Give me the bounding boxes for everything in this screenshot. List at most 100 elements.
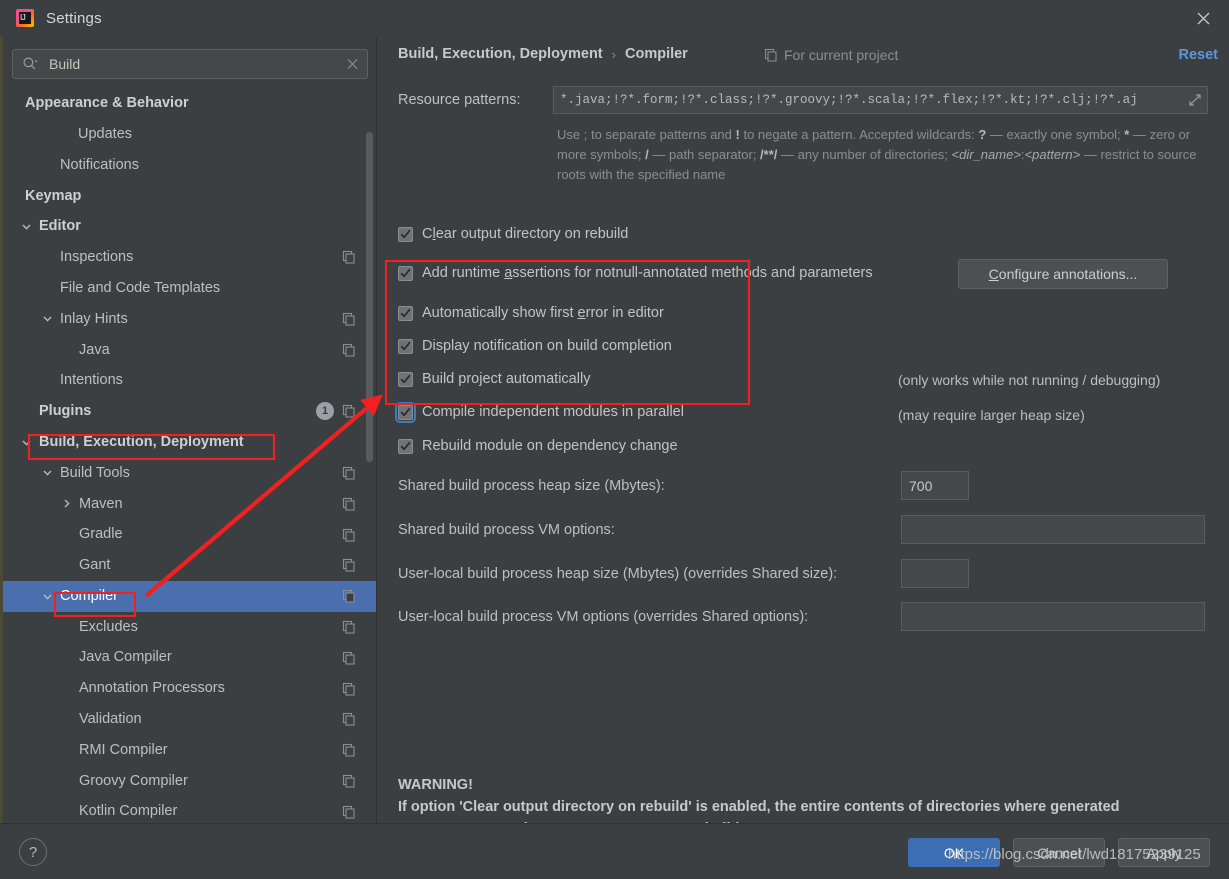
help-line1-c: — exactly one symbol; bbox=[986, 127, 1125, 142]
chevron-down-icon[interactable] bbox=[40, 466, 54, 480]
checkbox-label: Display notification on build completion bbox=[422, 338, 672, 354]
configure-annotations-mnemonic: C bbox=[988, 266, 999, 282]
input-shared-build-process-vm-options[interactable] bbox=[901, 515, 1205, 544]
sidebar-scrollbar[interactable] bbox=[366, 132, 373, 462]
sidebar-item-intentions[interactable]: Intentions bbox=[3, 365, 376, 396]
chevron-right-icon[interactable] bbox=[59, 497, 73, 511]
sidebar-item-compiler[interactable]: Compiler bbox=[3, 580, 376, 612]
checkbox-row-display-notification-on-build-completion[interactable]: Display notification on build completion bbox=[398, 338, 672, 354]
checkbox-automatically-show-first-error-in-editor[interactable] bbox=[398, 305, 413, 321]
sidebar-item-label: Build, Execution, Deployment bbox=[39, 433, 244, 450]
chevron-down-icon[interactable] bbox=[19, 220, 33, 234]
search-field-wrapper: Build bbox=[12, 49, 368, 79]
sidebar-item-label: Build Tools bbox=[60, 464, 130, 481]
sidebar-item-label: Editor bbox=[39, 218, 81, 235]
sidebar-item-label: File and Code Templates bbox=[60, 279, 221, 296]
sidebar-item-groovy-compiler[interactable]: Groovy Compiler bbox=[3, 766, 376, 797]
clear-search-icon[interactable] bbox=[346, 58, 359, 71]
checkbox-label-post: ssertions for notnull-annotated methods … bbox=[512, 265, 873, 281]
checkbox-row-automatically-show-first-error-in-editor[interactable]: Automatically show first error in editor bbox=[398, 305, 664, 321]
search-input[interactable]: Build bbox=[12, 49, 368, 79]
sidebar-item-java-compiler[interactable]: Java Compiler bbox=[3, 642, 376, 673]
checkbox-label: Clear output directory on rebuild bbox=[422, 226, 628, 242]
sidebar-item-build-execution-deployment[interactable]: Build, Execution, Deployment bbox=[3, 427, 376, 458]
sidebar-item-java[interactable]: Java bbox=[3, 334, 376, 365]
sidebar-item-annotation-processors[interactable]: Annotation Processors bbox=[3, 673, 376, 704]
plugin-update-badge: 1 bbox=[316, 402, 334, 421]
checkbox-row-add-runtime-assertions-for-notnull-annotated-met[interactable]: Add runtime assertions for notnull-annot… bbox=[398, 265, 873, 281]
breadcrumb-root[interactable]: Build, Execution, Deployment bbox=[398, 46, 603, 62]
sidebar-item-gradle[interactable]: Gradle bbox=[3, 519, 376, 550]
project-scope-icon bbox=[342, 497, 356, 511]
help-button[interactable]: ? bbox=[19, 838, 47, 866]
checkbox-add-runtime-assertions-for-notnull-annotated-met[interactable] bbox=[398, 265, 413, 281]
expand-icon[interactable] bbox=[1188, 93, 1202, 107]
input-value: 700 bbox=[909, 477, 933, 494]
close-icon[interactable] bbox=[1177, 0, 1229, 36]
configure-annotations-button[interactable]: Configure annotations... bbox=[958, 259, 1168, 289]
checkbox-row-compile-independent-modules-in-parallel[interactable]: Compile independent modules in parallel bbox=[395, 401, 684, 423]
chevron-down-icon[interactable] bbox=[40, 312, 54, 326]
sidebar-item-label: Plugins bbox=[39, 403, 92, 420]
sidebar-item-rmi-compiler[interactable]: RMI Compiler bbox=[3, 735, 376, 766]
sidebar-item-gant[interactable]: Gant bbox=[3, 550, 376, 581]
checkbox-compile-independent-modules-in-parallel[interactable] bbox=[395, 401, 416, 423]
checkbox-label-pre: C bbox=[422, 226, 433, 242]
checkbox-row-build-project-automatically[interactable]: Build project automatically bbox=[398, 371, 590, 387]
sidebar-item-label: Annotation Processors bbox=[79, 680, 225, 697]
settings-tree: Appearance & Behavior Updates Notification… bbox=[3, 88, 376, 823]
checkbox-display-notification-on-build-completion[interactable] bbox=[398, 338, 413, 354]
label-shared-build-process-heap-size-mbytes: Shared build process heap size (Mbytes): bbox=[398, 478, 665, 494]
sidebar-item-label: Kotlin Compiler bbox=[79, 803, 178, 820]
checkbox-row-rebuild-module-on-dependency-change[interactable]: Rebuild module on dependency change bbox=[398, 438, 678, 454]
project-scope-icon bbox=[342, 404, 356, 418]
checkbox-rebuild-module-on-dependency-change[interactable] bbox=[398, 438, 413, 454]
sidebar-item-excludes[interactable]: Excludes bbox=[3, 612, 376, 643]
project-scope-icon bbox=[342, 343, 356, 357]
sidebar-item-updates[interactable]: Updates bbox=[3, 119, 376, 150]
title-bar: IJ Settings bbox=[0, 0, 1229, 36]
chevron-down-icon[interactable] bbox=[19, 435, 33, 449]
cancel-button[interactable]: Cancel bbox=[1013, 838, 1105, 867]
checkbox-label: Rebuild module on dependency change bbox=[422, 438, 678, 454]
configure-annotations-label: onfigure annotations... bbox=[998, 266, 1138, 282]
apply-button[interactable]: Apply bbox=[1118, 838, 1210, 867]
sidebar-item-label: Inlay Hints bbox=[60, 310, 128, 327]
sidebar-item-build-tools[interactable]: Build Tools bbox=[3, 458, 376, 489]
sidebar-item-file-and-code-templates[interactable]: File and Code Templates bbox=[3, 273, 376, 304]
resource-patterns-input[interactable]: *.java;!?*.form;!?*.class;!?*.groovy;!?*… bbox=[553, 86, 1208, 114]
sidebar-item-inspections[interactable]: Inspections bbox=[3, 242, 376, 273]
sidebar-item-appearance-behavior[interactable]: Appearance & Behavior bbox=[3, 88, 376, 119]
warning-message: WARNING! If option 'Clear output directo… bbox=[398, 774, 1208, 823]
sidebar-item-validation[interactable]: Validation bbox=[3, 704, 376, 735]
sidebar-item-editor[interactable]: Editor bbox=[3, 211, 376, 242]
input-user-local-build-process-heap-size-mbytes-ov[interactable] bbox=[901, 559, 969, 588]
project-scope-icon bbox=[342, 805, 356, 819]
resource-patterns-value: *.java;!?*.form;!?*.class;!?*.groovy;!?*… bbox=[560, 93, 1138, 107]
chevron-down-icon[interactable] bbox=[40, 589, 54, 603]
input-user-local-build-process-vm-options-override[interactable] bbox=[901, 602, 1205, 631]
sidebar-item-label: Intentions bbox=[60, 372, 123, 389]
checkbox-build-project-automatically[interactable] bbox=[398, 371, 413, 387]
option-note-1: (may require larger heap size) bbox=[898, 407, 1085, 423]
sidebar-item-plugins[interactable]: Plugins 1 bbox=[3, 396, 376, 427]
checkbox-clear-output-directory-on-rebuild[interactable] bbox=[398, 226, 413, 242]
sidebar-item-label: Gant bbox=[79, 557, 111, 574]
sidebar-item-notifications[interactable]: Notifications bbox=[3, 150, 376, 181]
reset-link[interactable]: Reset bbox=[1179, 47, 1219, 63]
project-scope-text: For current project bbox=[784, 47, 899, 63]
sidebar-item-label: RMI Compiler bbox=[79, 741, 168, 758]
sidebar-item-inlay-hints[interactable]: Inlay Hints bbox=[3, 304, 376, 335]
checkbox-label-pre: Automatically show first bbox=[422, 305, 578, 321]
project-scope-label: For current project bbox=[764, 47, 898, 63]
input-shared-build-process-heap-size-mbytes[interactable]: 700 bbox=[901, 471, 969, 500]
ok-button[interactable]: OK bbox=[908, 838, 1000, 867]
checkbox-label-pre: Rebuild module on dependency change bbox=[422, 438, 678, 454]
checkbox-row-clear-output-directory-on-rebuild[interactable]: Clear output directory on rebuild bbox=[398, 226, 628, 242]
settings-sidebar: Build Appearance & Behavior Updates Notifi… bbox=[3, 36, 376, 823]
sidebar-item-maven[interactable]: Maven bbox=[3, 488, 376, 519]
sidebar-item-label: Java Compiler bbox=[79, 649, 172, 666]
sidebar-item-kotlin-compiler[interactable]: Kotlin Compiler bbox=[3, 796, 376, 823]
sidebar-item-keymap[interactable]: Keymap bbox=[3, 180, 376, 211]
sidebar-item-label: Validation bbox=[79, 711, 142, 728]
